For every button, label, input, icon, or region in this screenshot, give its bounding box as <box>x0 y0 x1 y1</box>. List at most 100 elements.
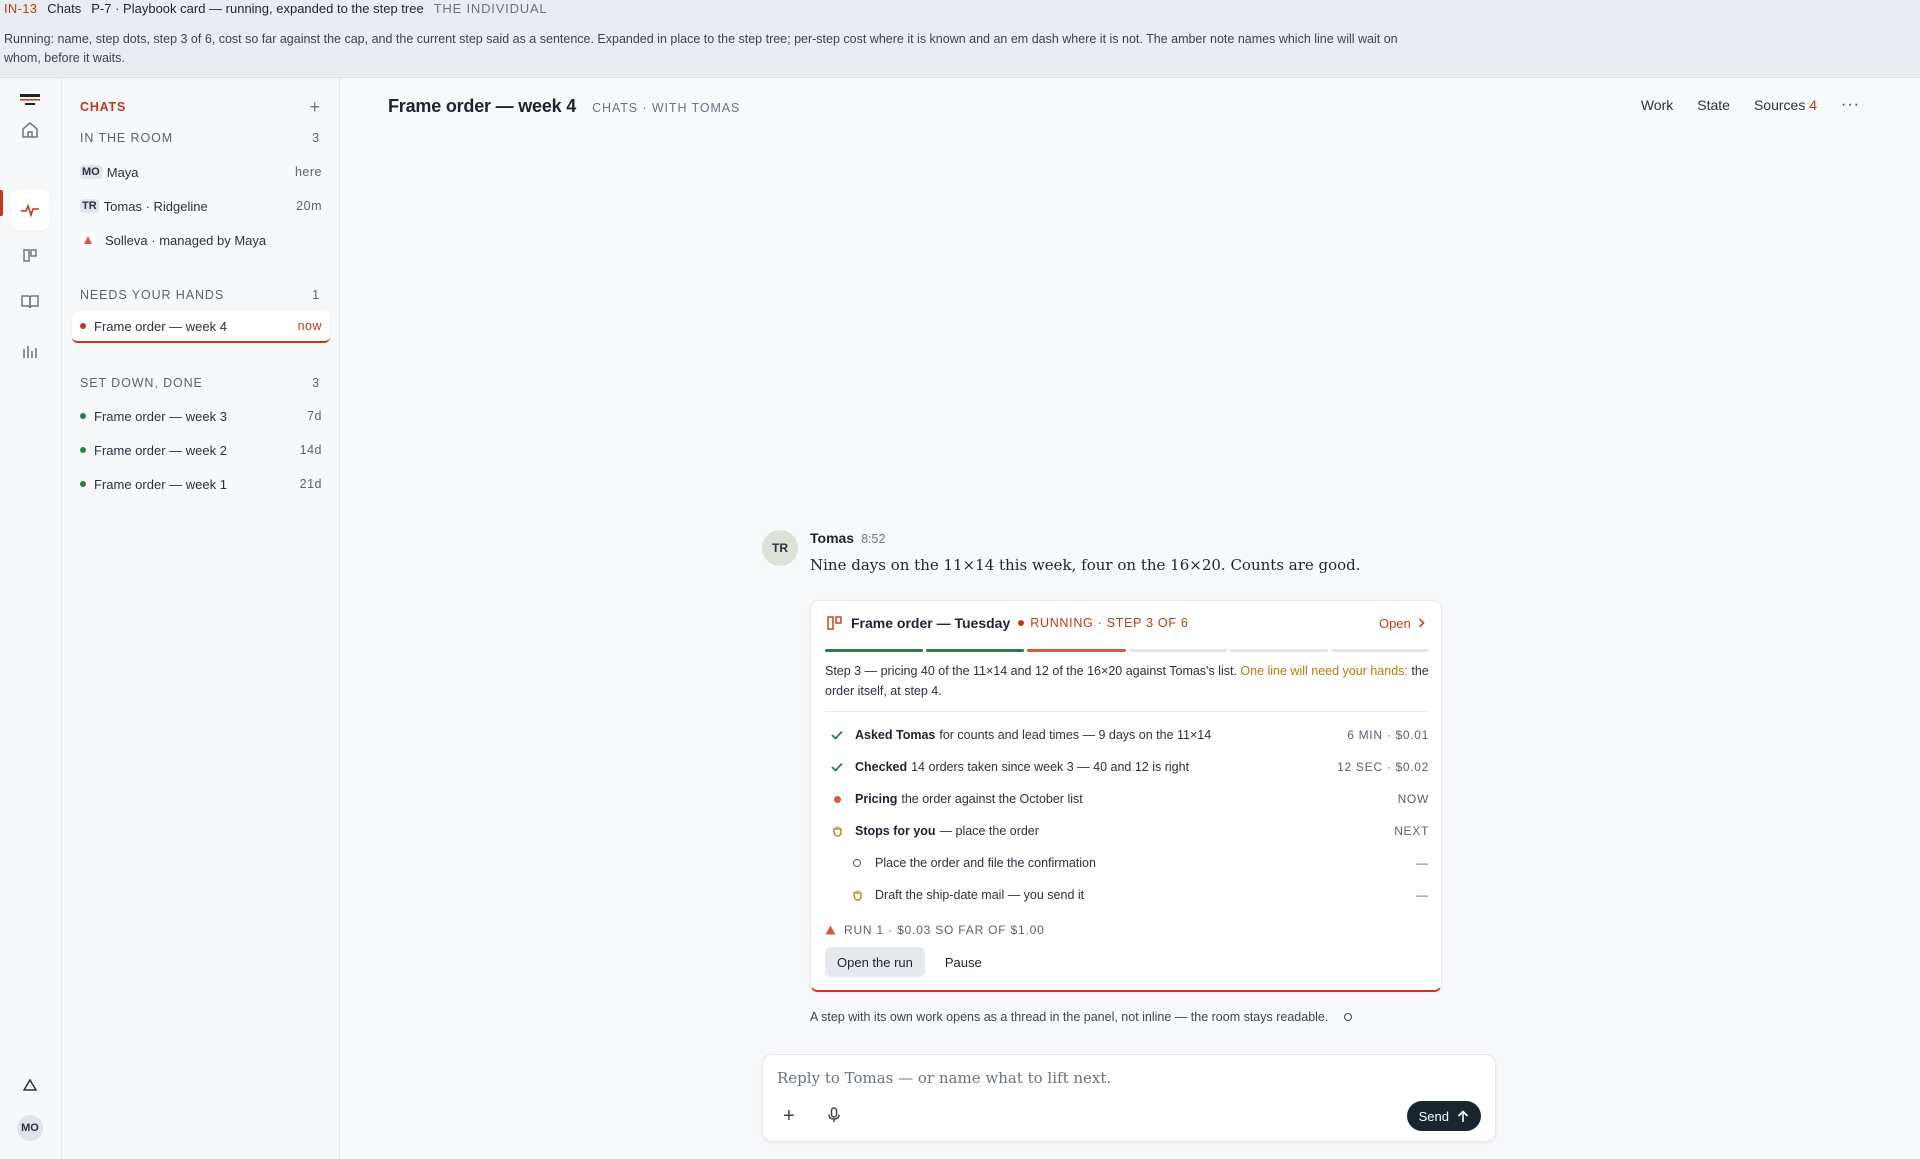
status-dot <box>80 323 86 329</box>
person-solleva[interactable]: Solleva · managed by Maya <box>80 226 322 254</box>
step-row-current[interactable]: Pricing the order against the October li… <box>825 783 1429 815</box>
step-cost: 12 SEC · $0.02 <box>1337 760 1429 774</box>
chat-item-week-4[interactable]: Frame order — week 4 now <box>72 311 330 343</box>
person-name: Maya <box>106 164 139 180</box>
triangle-icon[interactable] <box>10 1065 50 1105</box>
section-done: SET DOWN, DONE 3 <box>80 376 320 390</box>
icon-rail: MO <box>0 78 62 1159</box>
activity-icon[interactable] <box>10 190 50 230</box>
person-status: 20m <box>296 199 322 213</box>
spec-section: Chats <box>47 1 82 16</box>
step-name: Checked <box>855 760 908 774</box>
step-text: Place the order and file the confirmatio… <box>875 856 1096 870</box>
tab-sources-label: Sources <box>1753 97 1806 113</box>
person-status: here <box>294 165 322 179</box>
add-chat-button[interactable]: + <box>309 98 320 116</box>
chat-item-week-2[interactable]: Frame order — week 2 14d <box>80 436 322 464</box>
progress-segment <box>926 649 1025 652</box>
chat-header: Frame order — week 4 CHATS · WITH TOMAS <box>388 96 740 117</box>
chat-name: Frame order — week 4 <box>94 318 227 334</box>
section-count: 1 <box>312 288 320 302</box>
person-maya[interactable]: MO Maya here <box>80 158 322 186</box>
step-progress <box>825 649 1430 652</box>
avatar: MO <box>80 165 102 179</box>
substep-row[interactable]: Draft the ship-date mail — you send it — <box>825 879 1429 911</box>
run-cost-line: RUN 1 · $0.03 SO FAR OF $1.00 <box>825 923 1045 937</box>
note-text: A step with its own work opens as a thre… <box>810 1010 1329 1024</box>
add-attachment-button[interactable]: + <box>783 1106 795 1126</box>
step-row-done[interactable]: Asked Tomas for counts and lead times — … <box>825 719 1429 751</box>
sidebar-header: CHATS + <box>80 98 320 116</box>
playbook-card: Frame order — Tuesday RUNNING · STEP 3 O… <box>810 600 1442 992</box>
step-text: Draft the ship-date mail — you send it <box>875 888 1085 902</box>
step-name: Pricing <box>855 792 898 806</box>
step-cost: — <box>1416 888 1429 902</box>
active-indicator <box>0 190 3 216</box>
message-author: Tomas <box>810 530 855 546</box>
playbook-icon <box>827 616 843 630</box>
board-icon[interactable] <box>10 236 50 276</box>
step-row-done[interactable]: Checked 14 orders taken since week 3 — 4… <box>825 751 1429 783</box>
card-actions: Open the run Pause <box>825 947 994 977</box>
chat-time: 21d <box>299 477 322 491</box>
step-text: for counts and lead times — 9 days on th… <box>939 728 1212 742</box>
step-cost: 6 MIN · $0.01 <box>1347 728 1429 742</box>
circle-icon[interactable] <box>1344 1013 1353 1021</box>
progress-segment <box>1027 649 1126 652</box>
chevron-right-icon <box>1418 617 1425 628</box>
message-time: 8:52 <box>861 532 886 546</box>
step-text: the order against the October list <box>901 792 1083 806</box>
chat-time: 14d <box>299 443 322 457</box>
more-menu-icon[interactable]: ··· <box>1841 96 1860 114</box>
chat-name: Frame order — week 2 <box>94 442 227 458</box>
step-text: 14 orders taken since week 3 — 40 and 12… <box>911 760 1190 774</box>
send-button[interactable]: Send <box>1406 1101 1481 1131</box>
microphone-icon[interactable] <box>827 1107 841 1128</box>
card-header: Frame order — Tuesday RUNNING · STEP 3 O… <box>827 615 1425 631</box>
current-step-sentence: Step 3 — pricing 40 of the 11×14 and 12 … <box>825 661 1429 701</box>
sources-count: 4 <box>1809 97 1818 113</box>
status-dot <box>80 447 86 453</box>
status-dot <box>80 481 86 487</box>
step-name: Stops for you <box>855 824 936 838</box>
book-icon[interactable] <box>10 282 50 322</box>
open-link[interactable]: Open <box>1379 616 1425 631</box>
composer[interactable]: Reply to Tomas — or name what to lift ne… <box>762 1054 1496 1142</box>
step-status: NEXT <box>1394 824 1429 838</box>
chat-item-week-1[interactable]: Frame order — week 1 21d <box>80 470 322 498</box>
spec-title: P-7 · Playbook card — running, expanded … <box>91 1 424 16</box>
chats-sidebar: CHATS + IN THE ROOM 3 MO Maya here TR To… <box>62 78 340 1159</box>
running-dot <box>1018 620 1025 626</box>
tab-state[interactable]: State <box>1697 97 1730 113</box>
hand-icon <box>845 889 869 901</box>
chat-item-week-3[interactable]: Frame order — week 3 7d <box>80 402 322 430</box>
spec-category: THE INDIVIDUAL <box>433 1 548 16</box>
step-name: Asked Tomas <box>855 728 936 742</box>
step-row-hands[interactable]: Stops for you — place the order NEXT <box>825 815 1429 847</box>
tab-sources[interactable]: Sources 4 <box>1754 97 1817 113</box>
chat-time: now <box>297 319 322 333</box>
person-tomas[interactable]: TR Tomas · Ridgeline 20m <box>80 192 322 220</box>
section-label: NEEDS YOUR HANDS <box>80 288 225 302</box>
amber-note: One line will need your hands: <box>1240 664 1408 678</box>
section-label: SET DOWN, DONE <box>80 376 203 390</box>
substep-row[interactable]: Place the order and file the confirmatio… <box>825 847 1429 879</box>
message-author-line: Tomas 8:52 <box>810 530 885 546</box>
send-label: Send <box>1418 1108 1449 1124</box>
home-icon[interactable] <box>10 110 50 150</box>
pause-button[interactable]: Pause <box>933 947 994 977</box>
step-status: NOW <box>1397 792 1429 806</box>
open-run-button[interactable]: Open the run <box>825 947 925 977</box>
user-avatar[interactable]: MO <box>17 1115 43 1141</box>
tab-work[interactable]: Work <box>1641 97 1673 113</box>
step-text: — place the order <box>939 824 1039 838</box>
chat-main: Frame order — week 4 CHATS · WITH TOMAS … <box>340 78 1920 1159</box>
chart-icon[interactable] <box>10 332 50 372</box>
spec-description: Running: name, step dots, step 3 of 6, c… <box>4 32 1398 65</box>
section-needs-hands: NEEDS YOUR HANDS 1 <box>80 288 320 302</box>
hand-icon <box>825 825 849 837</box>
reply-input[interactable]: Reply to Tomas — or name what to lift ne… <box>777 1069 1111 1087</box>
sentence-main: Step 3 — pricing 40 of the 11×14 and 12 … <box>825 664 1237 678</box>
step-cost: — <box>1416 856 1429 870</box>
status-dot <box>80 413 86 419</box>
